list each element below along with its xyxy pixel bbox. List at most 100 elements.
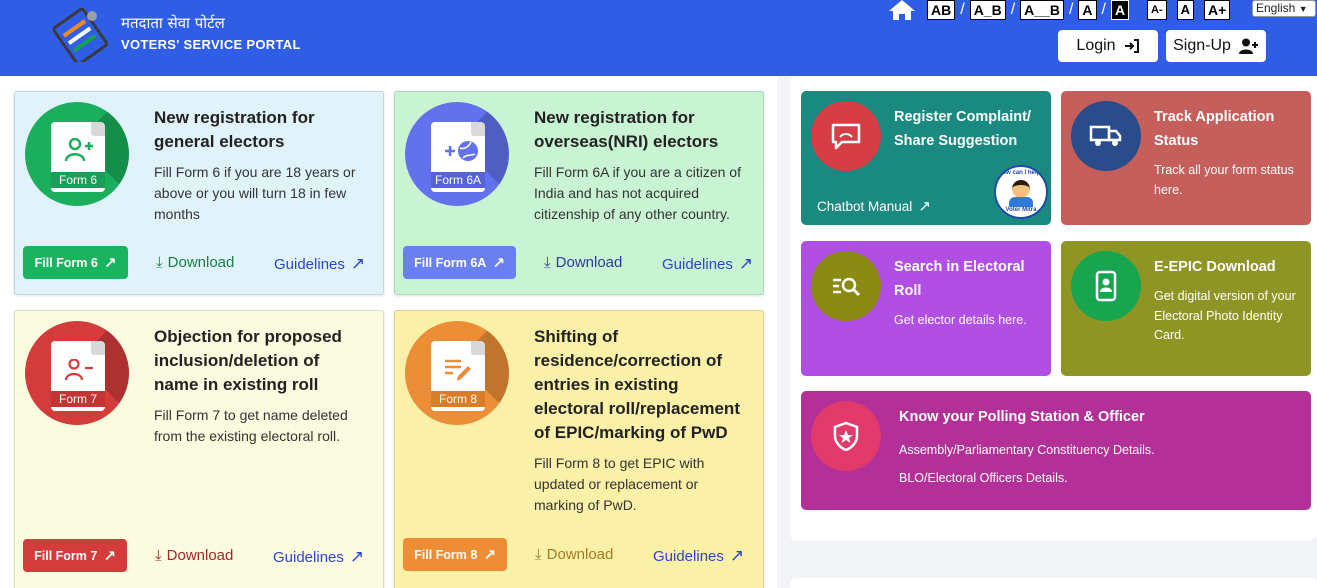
login-button[interactable]: Login: [1058, 30, 1158, 62]
brand-hindi: मतदाता सेवा पोर्टल: [121, 14, 225, 32]
tile-description: Track all your form status here.: [1154, 163, 1294, 197]
e-epic-download-tile[interactable]: E-EPIC Download Get digital version of y…: [1061, 241, 1311, 376]
download-form8-link[interactable]: ⤓ Download: [535, 546, 613, 563]
form6-card: Form 6 New registration for general elec…: [14, 91, 384, 295]
site-header: मतदाता सेवा पोर्टल VOTERS' SERVICE PORTA…: [0, 0, 1317, 76]
guidelines-form7-link[interactable]: Guidelines ↗: [273, 547, 364, 567]
arrow-up-right-icon: ↗: [729, 546, 745, 565]
accessibility-controls: AB / A_B / A__B / A / A: [927, 0, 1130, 20]
card-title: New registration for overseas(NRI) elect…: [534, 108, 719, 151]
tile-title: Register Complaint/ Share Suggestion: [894, 109, 1031, 149]
font-normal-button[interactable]: A: [1176, 0, 1194, 20]
register-complaint-tile[interactable]: Register Complaint/ Share Suggestion Cha…: [801, 91, 1051, 225]
arrow-up-right-icon: ↗: [103, 547, 116, 565]
doc-label: Form 6: [51, 172, 105, 188]
forms-panel: Form 6 New registration for general elec…: [0, 76, 777, 588]
form6-icon: Form 6: [25, 102, 129, 206]
eci-logo-icon[interactable]: [52, 6, 110, 62]
guidelines-form6a-link[interactable]: Guidelines ↗: [662, 254, 753, 274]
card-title: Shifting of residence/correction of entr…: [534, 327, 740, 442]
voter-mitra-chatbot-icon[interactable]: How can I help? Voter Mitra: [994, 165, 1048, 219]
arrow-up-right-icon: ↗: [738, 254, 754, 273]
globe-plus-icon: [445, 141, 478, 161]
download-icon: ⤓: [544, 254, 551, 271]
search-list-icon: [811, 251, 881, 321]
brand-english: VOTERS' SERVICE PORTAL: [121, 37, 301, 52]
card-description: Fill Form 8 to get EPIC with updated or …: [534, 455, 705, 513]
light-contrast-button[interactable]: A: [1078, 0, 1097, 20]
signup-button[interactable]: Sign-Up: [1166, 30, 1266, 62]
form6a-card: Form 6A New registration for overseas(NR…: [394, 91, 764, 295]
add-user-icon: [1238, 38, 1258, 54]
language-select[interactable]: English ▼: [1252, 0, 1316, 17]
track-application-tile[interactable]: Track Application Status Track all your …: [1061, 91, 1311, 225]
card-description: Fill Form 6 if you are 18 years or above…: [154, 164, 356, 222]
form7-card: Form 7 Objection for proposed inclusion/…: [14, 310, 384, 588]
add-user-icon: [64, 138, 93, 162]
arrow-up-right-icon: ↗: [483, 546, 496, 564]
remove-user-icon: [64, 359, 93, 381]
separator: /: [1101, 1, 1106, 18]
form6a-icon: Form 6A: [405, 102, 509, 206]
doc-label: Form 8: [431, 391, 485, 407]
arrow-up-right-icon: ↗: [350, 254, 366, 273]
guidelines-form8-link[interactable]: Guidelines ↗: [653, 546, 744, 566]
download-form7-link[interactable]: ⤓ Download: [155, 547, 233, 564]
tile-title: E-EPIC Download: [1154, 259, 1276, 275]
login-label: Login: [1076, 37, 1116, 54]
arrow-up-right-icon: ↗: [103, 254, 117, 272]
fill-form6-button[interactable]: Fill Form 6 ↗: [23, 246, 128, 279]
dark-contrast-button[interactable]: A: [1110, 0, 1130, 20]
arrow-up-right-icon: ↗: [918, 198, 931, 215]
text-spacing-3-button[interactable]: A__B: [1020, 0, 1064, 20]
form8-card: Form 8 Shifting of residence/correction …: [394, 310, 764, 588]
guidelines-form6-link[interactable]: Guidelines ↗: [274, 254, 365, 274]
login-icon: [1124, 39, 1139, 53]
language-value: English: [1256, 1, 1296, 15]
tile-description: Get elector details here.: [894, 313, 1027, 327]
tile-description: Get digital version of your Electoral Ph…: [1154, 289, 1296, 342]
tile-title: Know your Polling Station & Officer: [899, 409, 1145, 425]
text-spacing-1-button[interactable]: AB: [927, 0, 956, 20]
card-description: Fill Form 7 to get name deleted from the…: [154, 407, 348, 444]
tile-description: Assembly/Parliamentary Constituency Deta…: [899, 443, 1155, 485]
arrow-up-right-icon: ↗: [349, 547, 365, 566]
download-form6a-link[interactable]: ⤓ Download: [544, 254, 622, 271]
text-spacing-2-button[interactable]: A_B: [969, 0, 1006, 20]
doc-label: Form 6A: [431, 172, 485, 188]
card-title: New registration for general electors: [154, 108, 315, 151]
form7-icon: Form 7: [25, 321, 129, 425]
separator: /: [1068, 1, 1074, 18]
download-icon: ⤓: [155, 547, 162, 564]
card-title: Objection for proposed inclusion/deletio…: [154, 327, 342, 394]
chatbot-manual-link[interactable]: Chatbot Manual ↗: [817, 197, 931, 215]
font-size-controls: A- A A+: [1147, 0, 1231, 20]
fill-form6a-button[interactable]: Fill Form 6A ↗: [403, 246, 516, 279]
polling-station-tile[interactable]: Know your Polling Station & Officer Asse…: [801, 391, 1311, 510]
card-description: Fill Form 6A if you are a citizen of Ind…: [534, 164, 741, 222]
tile-title: Track Application Status: [1154, 109, 1275, 149]
separator: /: [1010, 1, 1016, 18]
fill-form8-button[interactable]: Fill Form 8 ↗: [403, 538, 507, 571]
arrow-up-right-icon: ↗: [492, 254, 505, 272]
fill-form7-button[interactable]: Fill Form 7 ↗: [23, 539, 127, 572]
services-panel-lower: [790, 578, 1317, 588]
download-form6-link[interactable]: ⤓ Download: [156, 254, 234, 271]
complaint-icon: [811, 101, 881, 171]
chevron-down-icon: ▼: [1298, 4, 1308, 14]
home-icon[interactable]: [889, 0, 915, 20]
font-increase-button[interactable]: A+: [1204, 0, 1231, 20]
separator: /: [960, 1, 965, 18]
truck-icon: [1071, 101, 1141, 171]
edit-document-icon: [445, 359, 471, 381]
search-electoral-roll-tile[interactable]: Search in Electoral Roll Get elector det…: [801, 241, 1051, 376]
id-card-icon: [1071, 251, 1141, 321]
font-decrease-button[interactable]: A-: [1147, 0, 1167, 20]
shield-star-icon: [811, 401, 881, 471]
tile-title: Search in Electoral Roll: [894, 259, 1025, 299]
doc-label: Form 7: [51, 391, 105, 407]
download-icon: ⤓: [535, 546, 542, 563]
form8-icon: Form 8: [405, 321, 509, 425]
download-icon: ⤓: [156, 254, 163, 271]
signup-label: Sign-Up: [1173, 37, 1231, 54]
